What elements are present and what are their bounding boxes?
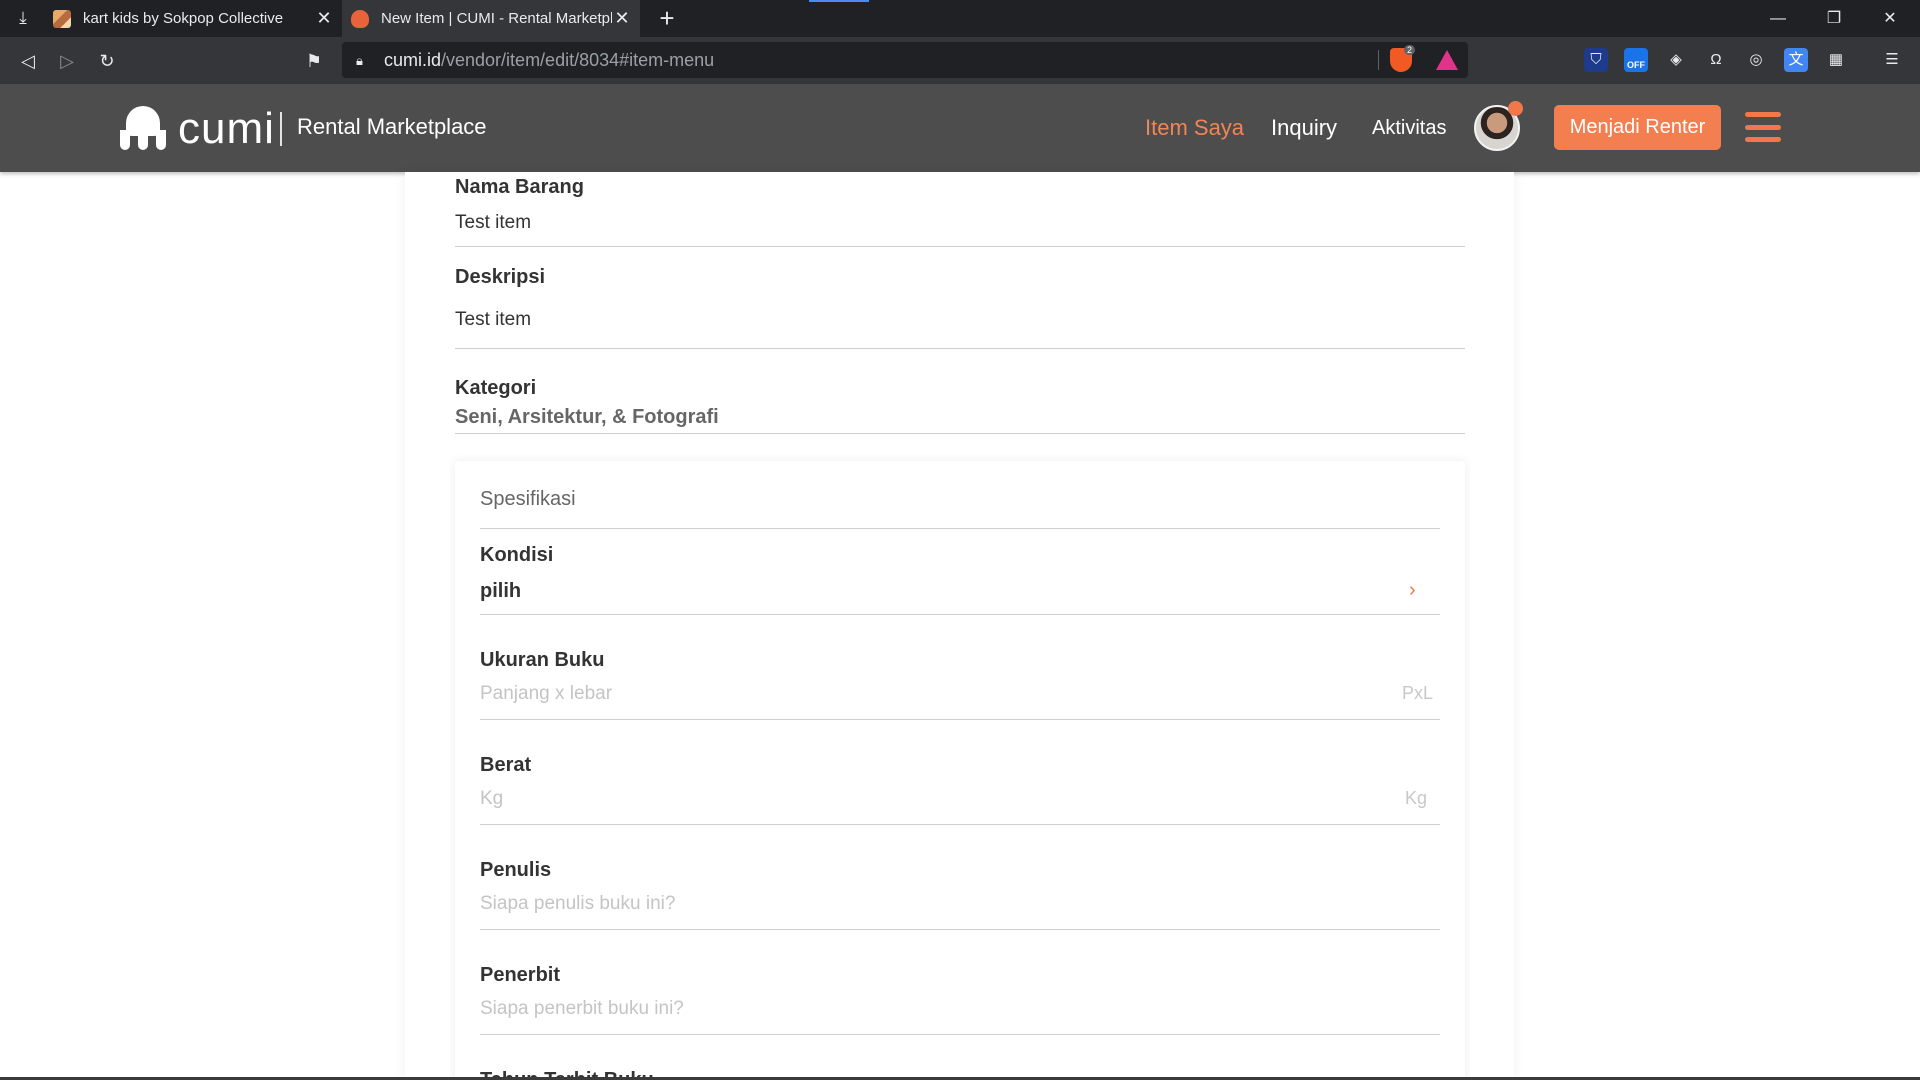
nav-aktivitas[interactable]: Aktivitas (1372, 117, 1446, 140)
nav-item-saya[interactable]: Item Saya (1145, 115, 1244, 141)
address-bar-divider (1378, 50, 1379, 70)
divider (480, 929, 1440, 930)
translate-extension-icon[interactable]: 文 (1784, 48, 1808, 72)
extension-off-label: OFF (1627, 60, 1645, 70)
deskripsi-field: Deskripsi Test item (455, 266, 1465, 349)
spesifikasi-title: Spesifikasi (480, 488, 576, 510)
browser-tab-cumi[interactable]: New Item | CUMI - Rental Marketplace ✕ (342, 0, 640, 37)
close-tab-icon[interactable]: ✕ (612, 8, 632, 29)
divider (480, 719, 1440, 720)
tab-favicon-icon (53, 9, 71, 28)
hamburger-menu-icon[interactable] (1745, 112, 1781, 142)
omega-extension-icon[interactable]: Ω (1704, 48, 1728, 72)
calendar-extension-icon[interactable]: ▦ (1824, 48, 1848, 72)
bookmark-icon[interactable]: ⚑ (300, 47, 328, 75)
lock-icon: 🔒︎ (356, 53, 363, 68)
lightbulb-extension-icon[interactable]: ◈ (1664, 48, 1688, 72)
divider (480, 528, 1440, 529)
deskripsi-textarea[interactable]: Test item (455, 309, 1465, 331)
bitwarden-extension-icon[interactable]: ⛉ (1584, 48, 1608, 72)
tab-favicon-icon (351, 9, 369, 28)
octopus-logo-icon (118, 106, 168, 152)
divider (480, 614, 1440, 615)
extension-off-icon[interactable]: OFF (1624, 48, 1648, 72)
divider (480, 1034, 1440, 1035)
berat-input[interactable] (480, 788, 1400, 810)
browser-tab-bar: ⤓ kart kids by Sokpop Collective ✕ New I… (0, 0, 1920, 37)
close-tab-icon[interactable]: ✕ (314, 8, 334, 29)
kategori-label: Kategori (455, 377, 537, 399)
url-host: cumi.id (384, 49, 442, 70)
site-header: cumi Rental Marketplace Item Saya Inquir… (0, 84, 1920, 172)
spesifikasi-card: Spesifikasi Kondisi pilih › Ukuran Buku … (455, 461, 1465, 1080)
ukuran-unit-label: PxL (1402, 683, 1434, 703)
browser-toolbar: ◁ ▷ ↻ ⚑ 🔒︎ cumi.id/vendor/item/edit/8034… (0, 37, 1920, 84)
kondisi-select[interactable]: pilih (480, 580, 521, 603)
tab-title: New Item | CUMI - Rental Marketplace (381, 10, 612, 27)
berat-label: Berat (480, 754, 532, 776)
become-renter-button[interactable]: Menjadi Renter (1554, 105, 1721, 150)
logo-wordmark: cumi (178, 104, 275, 153)
browser-tab-kart-kids[interactable]: kart kids by Sokpop Collective ✕ (44, 0, 342, 37)
divider (455, 348, 1465, 349)
chevron-right-icon[interactable]: › (1409, 579, 1416, 602)
new-tab-button[interactable]: + (652, 3, 682, 33)
reload-icon[interactable]: ↻ (93, 47, 121, 75)
restore-window-button[interactable]: ❐ (1806, 0, 1862, 37)
forward-icon[interactable]: ▷ (53, 47, 81, 75)
download-icon[interactable]: ⤓ (14, 9, 32, 27)
divider (480, 824, 1440, 825)
nama-barang-field: Nama Barang Test item (455, 176, 1465, 247)
brave-rewards-icon[interactable] (1436, 50, 1458, 70)
notification-dot (1508, 101, 1523, 116)
penulis-input[interactable] (480, 893, 1400, 915)
logo-divider (280, 112, 282, 146)
kategori-select[interactable]: Seni, Arsitektur, & Fotografi (455, 406, 1465, 429)
penerbit-label: Penerbit (480, 964, 561, 986)
site-tagline: Rental Marketplace (297, 114, 487, 139)
kondisi-label: Kondisi (480, 544, 554, 566)
ukuran-buku-input[interactable] (480, 683, 1400, 705)
minimize-window-button[interactable]: — (1750, 0, 1806, 37)
shield-count-badge: 2 (1404, 45, 1416, 55)
nama-barang-label: Nama Barang (455, 176, 584, 198)
url-path: /vendor/item/edit/8034#item-menu (441, 49, 715, 70)
penulis-label: Penulis (480, 859, 552, 881)
nav-inquiry[interactable]: Inquiry (1271, 115, 1337, 141)
divider (455, 433, 1465, 434)
tab-title: kart kids by Sokpop Collective (83, 10, 284, 27)
tab-drag-indicator (809, 0, 869, 2)
cumi-logo[interactable]: cumi (118, 105, 275, 153)
browser-menu-icon[interactable]: ☰ (1880, 48, 1904, 72)
deskripsi-label: Deskripsi (455, 266, 546, 288)
ukuran-buku-label: Ukuran Buku (480, 649, 605, 671)
check-extension-icon[interactable]: ◎ (1744, 48, 1768, 72)
kategori-field: Kategori Seni, Arsitektur, & Fotografi (455, 377, 1465, 434)
penerbit-input[interactable] (480, 998, 1400, 1020)
berat-unit-label: Kg (1405, 788, 1428, 808)
address-bar[interactable]: 🔒︎ cumi.id/vendor/item/edit/8034#item-me… (342, 42, 1468, 78)
close-window-button[interactable]: ✕ (1862, 0, 1918, 37)
divider (455, 246, 1465, 247)
nama-barang-input[interactable]: Test item (455, 212, 1465, 234)
back-icon[interactable]: ◁ (14, 47, 42, 75)
